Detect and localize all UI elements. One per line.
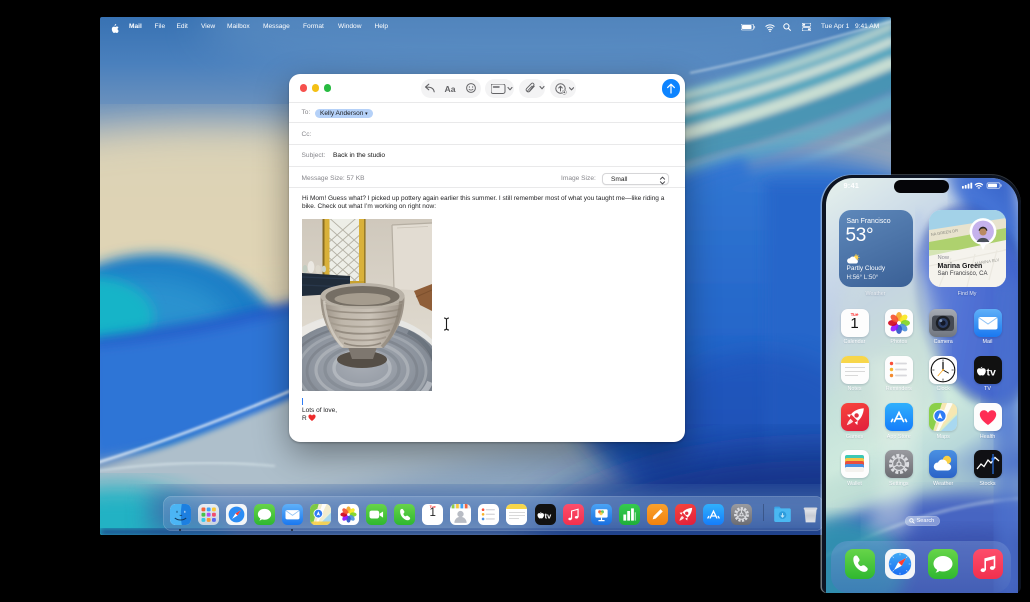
- svg-text:tv: tv: [986, 366, 995, 378]
- svg-text:tv: tv: [544, 511, 552, 520]
